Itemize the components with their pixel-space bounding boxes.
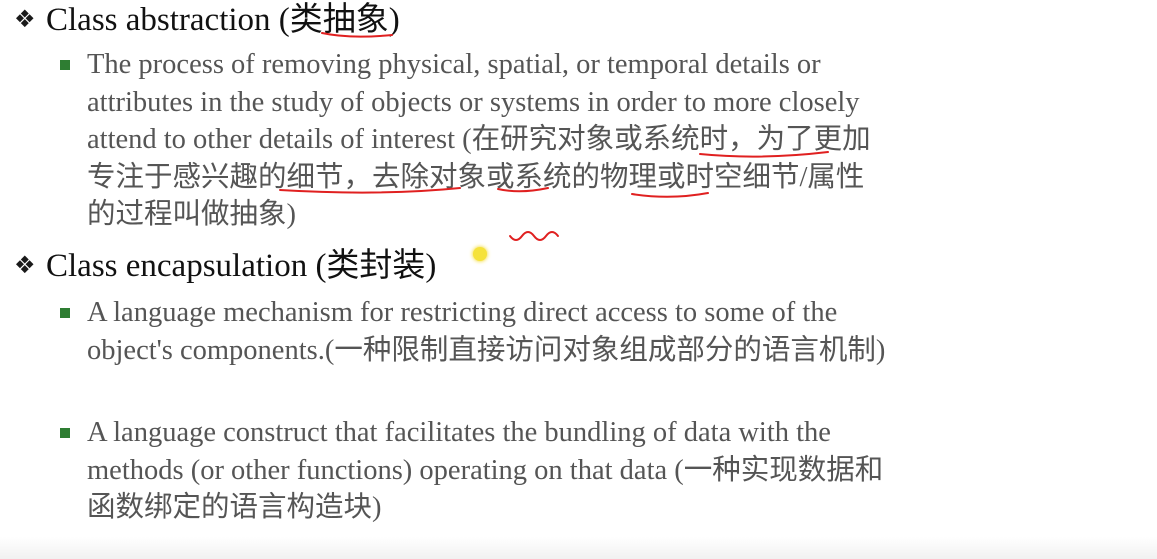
- slide: ❖ Class abstraction (类抽象) The process of …: [0, 0, 1157, 559]
- heading-text: Class encapsulation (类封装): [46, 248, 437, 284]
- list-item: A language construct that facilitates th…: [60, 414, 890, 527]
- square-bullet-icon: [60, 60, 70, 70]
- list-item: A language mechanism for restricting dir…: [60, 294, 890, 369]
- bottom-strip: [0, 537, 1157, 559]
- square-bullet-icon: [60, 308, 70, 318]
- bullet-text: A language mechanism for restricting dir…: [87, 297, 886, 366]
- bullet-text: A language construct that facilitates th…: [87, 417, 884, 523]
- list-item: The process of removing physical, spatia…: [60, 46, 890, 234]
- heading-text: Class abstraction (类抽象): [46, 2, 400, 38]
- diamond-dots-icon: ❖: [14, 251, 36, 279]
- heading-class-abstraction: ❖ Class abstraction (类抽象): [14, 0, 400, 39]
- laser-pointer: [473, 247, 487, 261]
- bullet-text: The process of removing physical, spatia…: [87, 49, 871, 230]
- diamond-dots-icon: ❖: [14, 5, 36, 33]
- heading-class-encapsulation: ❖ Class encapsulation (类封装): [14, 246, 436, 285]
- square-bullet-icon: [60, 428, 70, 438]
